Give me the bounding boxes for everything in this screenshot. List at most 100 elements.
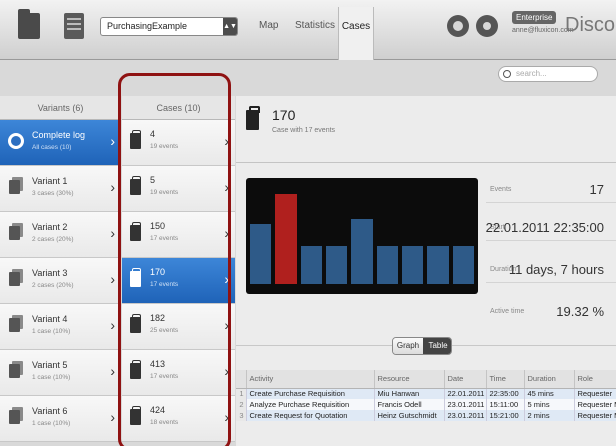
case-item[interactable]: 150 17 events › — [122, 212, 235, 258]
variant-subtitle: 2 cases (20%) — [32, 282, 74, 289]
variant-subtitle: 1 case (10%) — [32, 374, 71, 381]
variant-icon — [9, 272, 20, 286]
chart-bar — [351, 219, 373, 284]
stat-value-start: 22.01.2011 22:35:00 — [485, 220, 604, 235]
cell-activity: Analyze Purchase Requisition — [246, 399, 375, 410]
cell-duration: 2 mins — [524, 410, 575, 421]
chevron-right-icon: › — [224, 133, 229, 149]
chevron-right-icon: › — [110, 317, 115, 333]
case-id: 5 — [150, 175, 156, 185]
globe-icon — [8, 133, 24, 149]
stat-label-active-time: Active time — [490, 308, 525, 315]
document-icon[interactable] — [64, 13, 84, 39]
case-item[interactable]: 182 25 events › — [122, 304, 235, 350]
variant-title: Variant 2 — [32, 222, 68, 232]
column-header[interactable]: Time — [486, 370, 525, 389]
column-header[interactable]: Resource — [374, 370, 445, 389]
variant-subtitle: 2 cases (20%) — [32, 236, 74, 243]
table-row[interactable]: 1 Create Purchase Requisition Miu Hanwan… — [236, 388, 616, 399]
case-events: 18 events — [150, 419, 179, 426]
variant-item[interactable]: Variant 4 1 case (10%) › — [0, 304, 121, 350]
chevron-right-icon: › — [224, 179, 229, 195]
chart-bar — [452, 246, 474, 284]
variants-list: Complete log All cases (10) › Variant 1 … — [0, 120, 121, 442]
cell-activity: Create Request for Quotation — [246, 410, 375, 421]
table-row[interactable]: 2 Analyze Purchase Requisition Francis O… — [236, 399, 616, 410]
cell-role: Requester Manager — [574, 399, 616, 410]
stat-value-active-time: 19.32 % — [556, 304, 604, 319]
variant-title: Variant 3 — [32, 268, 68, 278]
case-events: 17 events — [150, 373, 179, 380]
column-header[interactable]: Duration — [524, 370, 575, 389]
chevron-right-icon: › — [110, 179, 115, 195]
cell-duration: 45 mins — [524, 388, 575, 399]
variant-icon — [9, 410, 20, 424]
stat-label-events: Events — [490, 186, 512, 193]
view-toggle: Graph Table — [392, 337, 452, 355]
variant-subtitle: 1 case (10%) — [32, 420, 71, 427]
chart-bar-selected — [275, 194, 297, 284]
chevron-right-icon: › — [110, 271, 115, 287]
divider — [236, 162, 616, 163]
case-events: 17 events — [150, 235, 179, 242]
search-placeholder: search... — [516, 69, 547, 78]
cell-time: 15:11:00 — [486, 399, 525, 410]
cases-list: 4 19 events › 5 19 events › 150 17 event… — [122, 120, 235, 442]
variant-icon — [9, 180, 20, 194]
tab-map[interactable]: Map — [259, 20, 278, 31]
case-item[interactable]: 5 19 events › — [122, 166, 235, 212]
variant-item[interactable]: Variant 5 1 case (10%) › — [0, 350, 121, 396]
case-item[interactable]: 424 18 events › — [122, 396, 235, 442]
case-icon — [130, 314, 141, 333]
chart-bar — [376, 246, 398, 284]
cell-resource: Francis Odell — [374, 399, 445, 410]
case-detail-subtitle: Case with 17 events — [272, 127, 336, 134]
case-item[interactable]: 413 17 events › — [122, 350, 235, 396]
chart-bar — [427, 246, 449, 284]
search-input[interactable]: search... — [498, 66, 598, 82]
activity-table: Activity Resource Date Time Duration Rol… — [236, 370, 616, 421]
variant-item[interactable]: Variant 1 3 cases (30%) › — [0, 166, 121, 212]
search-icon — [503, 70, 511, 78]
variant-item-complete-log[interactable]: Complete log All cases (10) › — [0, 120, 121, 166]
variant-subtitle: 1 case (10%) — [32, 328, 71, 335]
case-id: 150 — [150, 221, 166, 231]
folder-icon[interactable] — [18, 9, 40, 39]
cell-activity: Create Purchase Requisition — [246, 388, 375, 399]
cell-duration: 5 mins — [524, 399, 575, 410]
variant-icon — [9, 226, 20, 240]
case-icon — [130, 176, 141, 195]
cases-header: Cases (10) — [122, 96, 235, 120]
gear-icon[interactable] — [447, 15, 469, 37]
column-header[interactable]: Role — [574, 370, 616, 389]
row-index: 2 — [236, 399, 247, 410]
table-row[interactable]: 3 Create Request for Quotation Heinz Gut… — [236, 410, 616, 421]
graph-view-button[interactable]: Graph — [393, 338, 423, 354]
dataset-select[interactable]: PurchasingExample ▲▼ — [100, 17, 238, 36]
tab-cases[interactable]: Cases — [338, 7, 374, 60]
column-header[interactable]: Date — [444, 370, 487, 389]
case-id: 413 — [150, 359, 166, 369]
edition-badge: Enterprise — [512, 11, 557, 24]
case-events: 25 events — [150, 327, 179, 334]
case-activity-chart — [246, 178, 478, 294]
variant-title: Variant 6 — [32, 406, 68, 416]
cell-date: 23.01.2011 — [444, 410, 487, 421]
chevron-right-icon: › — [110, 363, 115, 379]
chevron-right-icon: › — [224, 317, 229, 333]
case-item-selected[interactable]: 170 17 events › — [122, 258, 235, 304]
case-id: 424 — [150, 405, 166, 415]
lifebuoy-icon[interactable] — [476, 15, 498, 37]
chart-bar — [402, 246, 424, 284]
table-view-button[interactable]: Table — [423, 338, 451, 354]
variant-item[interactable]: Variant 3 2 cases (20%) › — [0, 258, 121, 304]
select-arrows-icon: ▲▼ — [223, 18, 237, 35]
case-item[interactable]: 4 19 events › — [122, 120, 235, 166]
variant-item[interactable]: Variant 6 1 case (10%) › — [0, 396, 121, 442]
column-header[interactable]: Activity — [246, 370, 375, 389]
toolbar: PurchasingExample ▲▼ Map Statistics Case… — [0, 0, 616, 60]
tab-statistics[interactable]: Statistics — [295, 20, 335, 31]
case-detail-panel: 170 Case with 17 events Events 17 Start … — [236, 96, 616, 446]
variant-item[interactable]: Variant 2 2 cases (20%) › — [0, 212, 121, 258]
cell-time: 15:21:00 — [486, 410, 525, 421]
